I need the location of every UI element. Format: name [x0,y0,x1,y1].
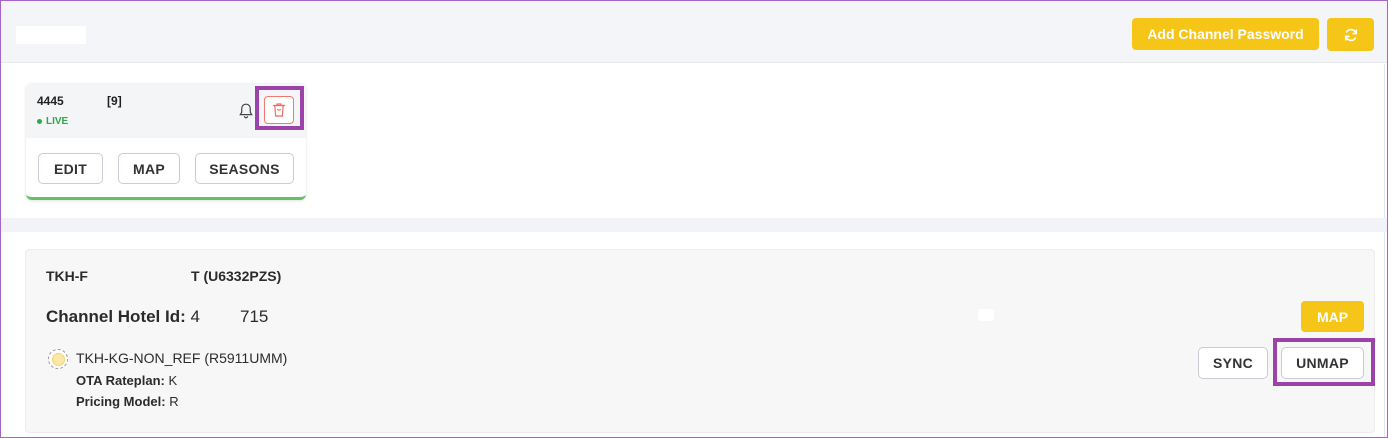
redaction [199,309,240,326]
channel-card-header: 4445 [9] LIVE [26,83,306,138]
seasons-button[interactable]: SEASONS [195,153,294,184]
hotel-id-prefix: 4 [190,307,200,326]
redaction [88,270,191,285]
status-badge: LIVE [37,116,68,127]
pricing-model-line: Pricing Model: R [76,394,255,410]
rateplan-radio[interactable] [48,349,68,369]
map-button[interactable]: MAP [118,153,180,184]
redaction [978,309,994,321]
unmap-button[interactable]: UNMAP [1281,347,1364,379]
channel-card-id: 4445 [9] [37,94,122,108]
hotel-name: TKH-F T (U6332PZS) [46,268,282,285]
hotel-id-suffix: 715 [239,307,269,326]
refresh-icon [1344,28,1357,41]
hotel-name-suffix: T (U6332PZS) [191,268,282,284]
rateplan-name: TKH-KG-NON_REF (R5911UMM) [76,350,288,366]
channel-hotel-id: Channel Hotel Id: 4 715 [46,307,268,327]
channel-card-id-suffix: [9] [107,94,122,108]
bell-icon[interactable] [238,102,254,120]
ota-rateplan-line: OTA Rateplan: K [76,373,578,389]
section-divider [1,218,1387,232]
ota-rateplan-value: K [168,373,178,388]
refresh-button[interactable] [1327,18,1374,51]
delete-channel-button[interactable] [264,96,294,124]
pricing-model-label: Pricing Model: [76,394,166,409]
add-channel-password-button[interactable]: Add Channel Password [1132,18,1319,50]
edit-button[interactable]: EDIT [38,153,103,184]
ota-rateplan-label: OTA Rateplan: [76,373,165,388]
hotel-id-label: Channel Hotel Id: [46,307,186,326]
sync-button[interactable]: SYNC [1198,347,1268,379]
status-label: LIVE [46,116,69,127]
status-dot-icon [37,119,42,124]
channel-card-id-prefix: 4445 [37,94,64,108]
map-hotel-button[interactable]: MAP [1301,301,1364,332]
trash-icon [272,103,286,117]
page-title-redacted [16,26,86,44]
scroll-edge [1384,64,1385,437]
hotel-name-prefix: TKH-F [46,268,88,284]
redaction [178,396,255,410]
redaction [63,95,104,108]
pricing-model-value: R [169,394,179,409]
redaction [177,375,578,389]
